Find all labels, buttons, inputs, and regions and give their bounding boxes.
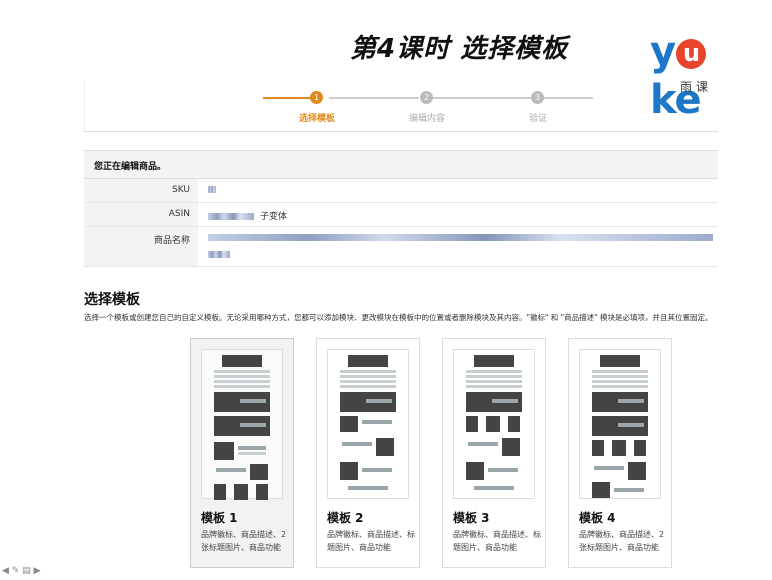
template-card-1[interactable]: 模板 1 品牌徽标、商品描述、2张标题图片、商品功能 xyxy=(190,338,294,568)
product-name-row: 商品名称 xyxy=(84,227,718,267)
asin-variant: 子变体 xyxy=(260,212,288,222)
template-3-name: 模板 3 xyxy=(453,511,490,525)
sku-row: SKU xyxy=(84,179,718,203)
asin-row: ASIN 子变体 xyxy=(84,203,718,227)
template-1-thumbnail xyxy=(201,349,283,500)
template-1-description: 品牌徽标、商品描述、2张标题图片、商品功能 xyxy=(201,530,287,552)
prev-icon[interactable]: ◀ xyxy=(2,566,9,576)
product-info-header: 您正在编辑商品。 xyxy=(84,151,718,179)
template-card-2[interactable]: 模板 2 品牌徽标、商品描述、标题图片、商品功能 xyxy=(316,338,420,568)
product-info-table: 您正在编辑商品。 SKU ASIN 子变体 商品名称 xyxy=(84,150,718,267)
wizard-steps: 1 选择模板 2 编辑内容 3 验证 xyxy=(84,80,718,132)
asin-value: 子变体 xyxy=(208,209,287,222)
step-3-dot[interactable]: 3 xyxy=(531,91,544,104)
template-2-description: 品牌徽标、商品描述、标题图片、商品功能 xyxy=(327,530,415,552)
step-line xyxy=(329,97,419,99)
next-icon[interactable]: ▶ xyxy=(34,566,41,576)
template-card-4[interactable]: 模板 4 品牌徽标、商品描述、2张标题图片、商品功能 xyxy=(568,338,672,568)
step-1-label[interactable]: 选择模板 xyxy=(287,111,347,124)
step-3-label[interactable]: 验证 xyxy=(508,111,568,124)
step-line xyxy=(543,97,593,99)
template-3-description: 品牌徽标、商品描述、标题图片、商品功能 xyxy=(453,530,541,552)
step-line xyxy=(431,97,531,99)
template-1-name: 模板 1 xyxy=(201,511,238,525)
slide-title: 第4课时 选择模板 xyxy=(350,34,569,64)
choose-template-description: 选择一个模板或创建您自己的自定义模板。无论采用哪种方式，您都可以添加模块、更改模… xyxy=(84,313,713,322)
template-4-name: 模板 4 xyxy=(579,511,616,525)
template-2-thumbnail xyxy=(327,349,409,499)
sku-value xyxy=(208,185,216,195)
product-name-value xyxy=(208,233,713,258)
step-2-dot[interactable]: 2 xyxy=(420,91,433,104)
template-4-description: 品牌徽标、商品描述、2张标题图片、商品功能 xyxy=(579,530,665,552)
slide-toolbar: ◀ ✎ ▤ ▶ xyxy=(2,566,41,576)
step-1-dot[interactable]: 1 xyxy=(310,91,323,104)
pen-icon[interactable]: ✎ xyxy=(12,566,20,576)
template-3-thumbnail xyxy=(453,349,535,499)
template-card-3[interactable]: 模板 3 品牌徽标、商品描述、标题图片、商品功能 xyxy=(442,338,546,568)
asin-label: ASIN xyxy=(84,203,198,226)
menu-icon[interactable]: ▤ xyxy=(22,566,31,576)
template-2-name: 模板 2 xyxy=(327,511,364,525)
template-4-thumbnail xyxy=(579,349,661,499)
sku-label: SKU xyxy=(84,179,198,202)
step-2-label[interactable]: 编辑内容 xyxy=(397,111,457,124)
product-name-label: 商品名称 xyxy=(84,227,198,266)
choose-template-title: 选择模板 xyxy=(84,292,140,308)
